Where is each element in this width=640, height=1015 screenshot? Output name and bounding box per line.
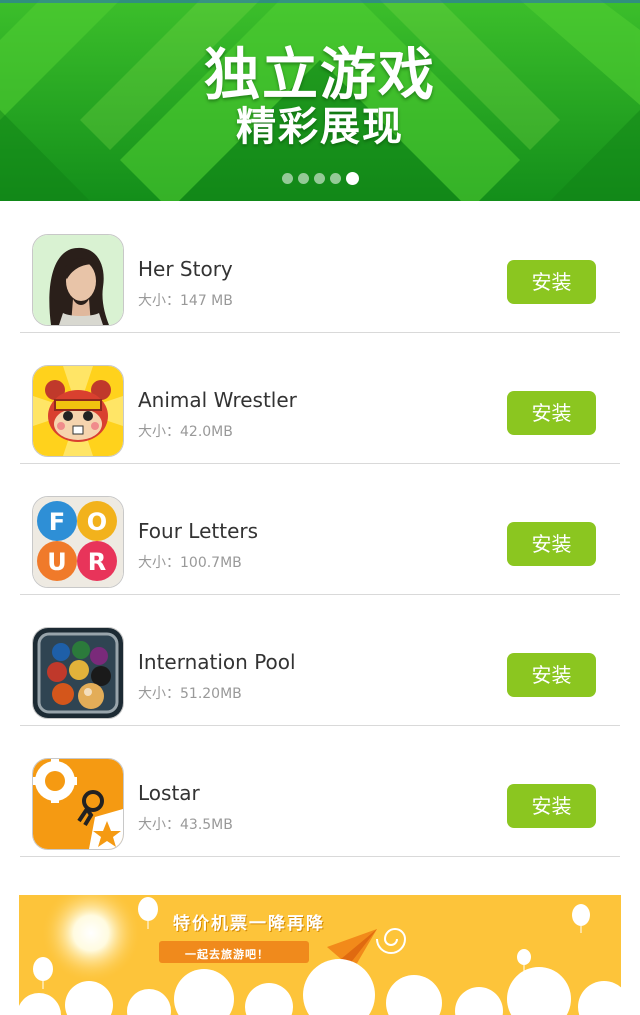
app-size: 大小：43.5MB [138,817,233,833]
app-size: 大小：51.20MB [138,686,242,702]
carousel-dot[interactable] [313,173,325,184]
banner-subheadline: 精彩展现 [236,104,404,150]
carousel-dot-active[interactable] [345,172,359,185]
app-size: 大小：42.0MB [138,424,233,440]
woman-portrait-icon[interactable] [32,234,124,326]
gear-star-icon[interactable] [32,758,124,850]
app-name: Animal Wrestler [138,388,297,412]
ad-subtitle: 一起去旅游吧！ [185,948,269,961]
app-row[interactable]: Her Story 大小：147 MB 安装 [20,202,620,333]
ad-title: 特价机票一降再降 [173,914,325,934]
install-button[interactable]: 安装 [507,391,596,435]
carousel-dot[interactable] [329,173,341,184]
app-row[interactable]: Internation Pool 大小：51.20MB 安装 [20,595,620,726]
app-row[interactable]: Animal Wrestler 大小：42.0MB 安装 [20,333,620,464]
app-size: 大小：147 MB [138,293,233,309]
svg-text:O: O [87,508,107,536]
app-list: Her Story 大小：147 MB 安装 Animal Wrestler 大… [20,202,620,857]
carousel-dot[interactable] [297,173,309,184]
install-button[interactable]: 安装 [507,653,596,697]
carousel-dot[interactable] [281,173,293,184]
svg-text:R: R [88,548,106,576]
svg-text:U: U [47,548,67,576]
four-letters-icon[interactable]: F O U R [32,496,124,588]
svg-text:F: F [49,508,65,536]
billiard-balls-icon[interactable] [32,627,124,719]
install-button[interactable]: 安装 [507,522,596,566]
app-row[interactable]: Lostar 大小：43.5MB 安装 [20,726,620,857]
flight-ad-banner[interactable]: 特价机票一降再降 一起去旅游吧！ [19,895,621,1015]
app-name: Four Letters [138,519,259,543]
carousel-indicator [0,172,640,185]
promo-banner[interactable]: 独立游戏 精彩展现 [0,0,640,201]
app-name: Internation Pool [138,650,296,674]
app-size: 大小：100.7MB [138,555,242,571]
app-name: Lostar [138,781,200,805]
app-row[interactable]: F O U R Four Letters 大小：100.7MB 安装 [20,464,620,595]
hamster-face-icon[interactable] [32,365,124,457]
app-name: Her Story [138,257,233,281]
install-button[interactable]: 安装 [507,260,596,304]
install-button[interactable]: 安装 [507,784,596,828]
